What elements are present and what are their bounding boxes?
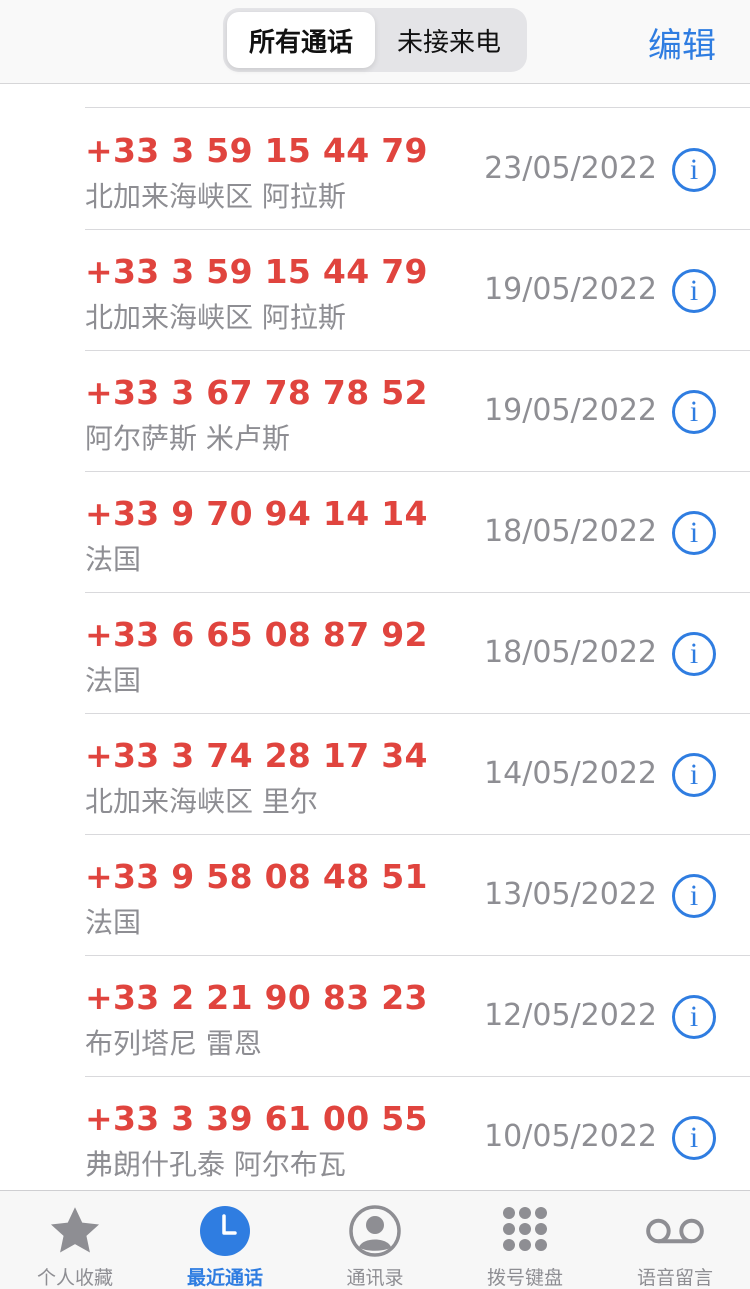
call-date: 14/05/2022 — [484, 756, 657, 791]
segment-missed-calls[interactable]: 未接来电 — [375, 12, 523, 68]
call-row[interactable]: +33 9 58 08 48 51 法国 13/05/2022 i — [85, 835, 750, 956]
tab-favorites[interactable]: 个人收藏 — [0, 1191, 150, 1289]
call-date: 12/05/2022 — [484, 998, 657, 1033]
caller-number: +33 2 21 90 83 23 — [85, 978, 428, 1017]
call-date: 19/05/2022 — [484, 272, 657, 307]
call-date: 13/05/2022 — [484, 877, 657, 912]
tab-label-recents: 最近通话 — [186, 1267, 263, 1289]
caller-number: +33 3 74 28 17 34 — [85, 736, 428, 775]
keypad-icon — [495, 1203, 555, 1259]
info-icon[interactable]: i — [672, 148, 716, 192]
call-date: 18/05/2022 — [484, 635, 657, 670]
star-icon — [45, 1203, 105, 1259]
navigation-bar: 所有通话 未接来电 编辑 — [0, 0, 750, 84]
call-filter-segmented-control: 所有通话 未接来电 — [223, 8, 527, 72]
call-date: 23/05/2022 — [484, 151, 657, 186]
info-icon[interactable]: i — [672, 874, 716, 918]
caller-number: +33 3 39 61 00 55 — [85, 1099, 428, 1138]
call-row[interactable]: +33 3 59 15 44 79 北加来海峡区 阿拉斯 19/05/2022 i — [85, 230, 750, 351]
call-row[interactable]: +33 6 65 08 87 92 法国 18/05/2022 i — [85, 593, 750, 714]
info-icon[interactable]: i — [672, 511, 716, 555]
caller-number: +33 9 70 94 14 14 — [85, 494, 428, 533]
call-date: 18/05/2022 — [484, 514, 657, 549]
call-date: 10/05/2022 — [484, 1119, 657, 1154]
info-icon[interactable]: i — [672, 269, 716, 313]
call-row[interactable]: +33 9 70 94 14 14 法国 18/05/2022 i — [85, 472, 750, 593]
call-row[interactable]: +33 3 59 15 44 79 北加来海峡区 阿拉斯 23/05/2022 i — [85, 109, 750, 230]
tab-recents[interactable]: 最近通话 — [150, 1191, 300, 1289]
tab-keypad[interactable]: 拨号键盘 — [450, 1191, 600, 1289]
partial-list-item: ··· — [85, 84, 750, 108]
caller-location: 阿尔萨斯 米卢斯 — [85, 422, 290, 455]
segment-all-calls[interactable]: 所有通话 — [227, 12, 375, 68]
info-icon[interactable]: i — [672, 995, 716, 1039]
person-icon — [345, 1203, 405, 1259]
caller-number: +33 3 59 15 44 79 — [85, 131, 428, 170]
info-icon[interactable]: i — [672, 390, 716, 434]
tab-contacts[interactable]: 通讯录 — [300, 1191, 450, 1289]
recent-calls-list[interactable]: ··· +33 3 59 15 44 79 北加来海峡区 阿拉斯 23/05/202… — [0, 84, 750, 1190]
edit-button[interactable]: 编辑 — [648, 18, 716, 67]
tab-label-keypad: 拨号键盘 — [486, 1267, 563, 1289]
info-icon[interactable]: i — [672, 753, 716, 797]
caller-location: 法国 — [85, 543, 142, 576]
voicemail-icon — [645, 1203, 705, 1259]
tab-label-favorites: 个人收藏 — [36, 1267, 113, 1289]
call-row[interactable]: +33 2 21 90 83 23 布列塔尼 雷恩 12/05/2022 i — [85, 956, 750, 1077]
caller-location: 北加来海峡区 阿拉斯 — [85, 301, 346, 334]
info-icon[interactable]: i — [672, 1116, 716, 1160]
call-row[interactable]: +33 3 67 78 78 52 阿尔萨斯 米卢斯 19/05/2022 i — [85, 351, 750, 472]
call-date: 19/05/2022 — [484, 393, 657, 428]
info-icon[interactable]: i — [672, 632, 716, 676]
call-row[interactable]: +33 3 74 28 17 34 北加来海峡区 里尔 14/05/2022 i — [85, 714, 750, 835]
caller-location: 弗朗什孔泰 阿尔布瓦 — [85, 1148, 346, 1181]
caller-location: 法国 — [85, 664, 142, 697]
caller-location: 北加来海峡区 里尔 — [85, 785, 318, 818]
tab-bar: 个人收藏 最近通话 通讯录 拨号键盘 语音留言 — [0, 1190, 750, 1289]
caller-number: +33 3 59 15 44 79 — [85, 252, 428, 291]
caller-location: 北加来海峡区 阿拉斯 — [85, 180, 346, 213]
tab-label-contacts: 通讯录 — [346, 1267, 404, 1289]
caller-number: +33 6 65 08 87 92 — [85, 615, 428, 654]
call-row[interactable]: +33 3 39 61 00 55 弗朗什孔泰 阿尔布瓦 10/05/2022 i — [85, 1077, 750, 1190]
caller-location: 法国 — [85, 906, 142, 939]
clock-icon — [195, 1203, 255, 1259]
caller-number: +33 9 58 08 48 51 — [85, 857, 428, 896]
caller-location: 布列塔尼 雷恩 — [85, 1027, 262, 1060]
tab-label-voicemail: 语音留言 — [636, 1267, 713, 1289]
tab-voicemail[interactable]: 语音留言 — [600, 1191, 750, 1289]
caller-number: +33 3 67 78 78 52 — [85, 373, 428, 412]
